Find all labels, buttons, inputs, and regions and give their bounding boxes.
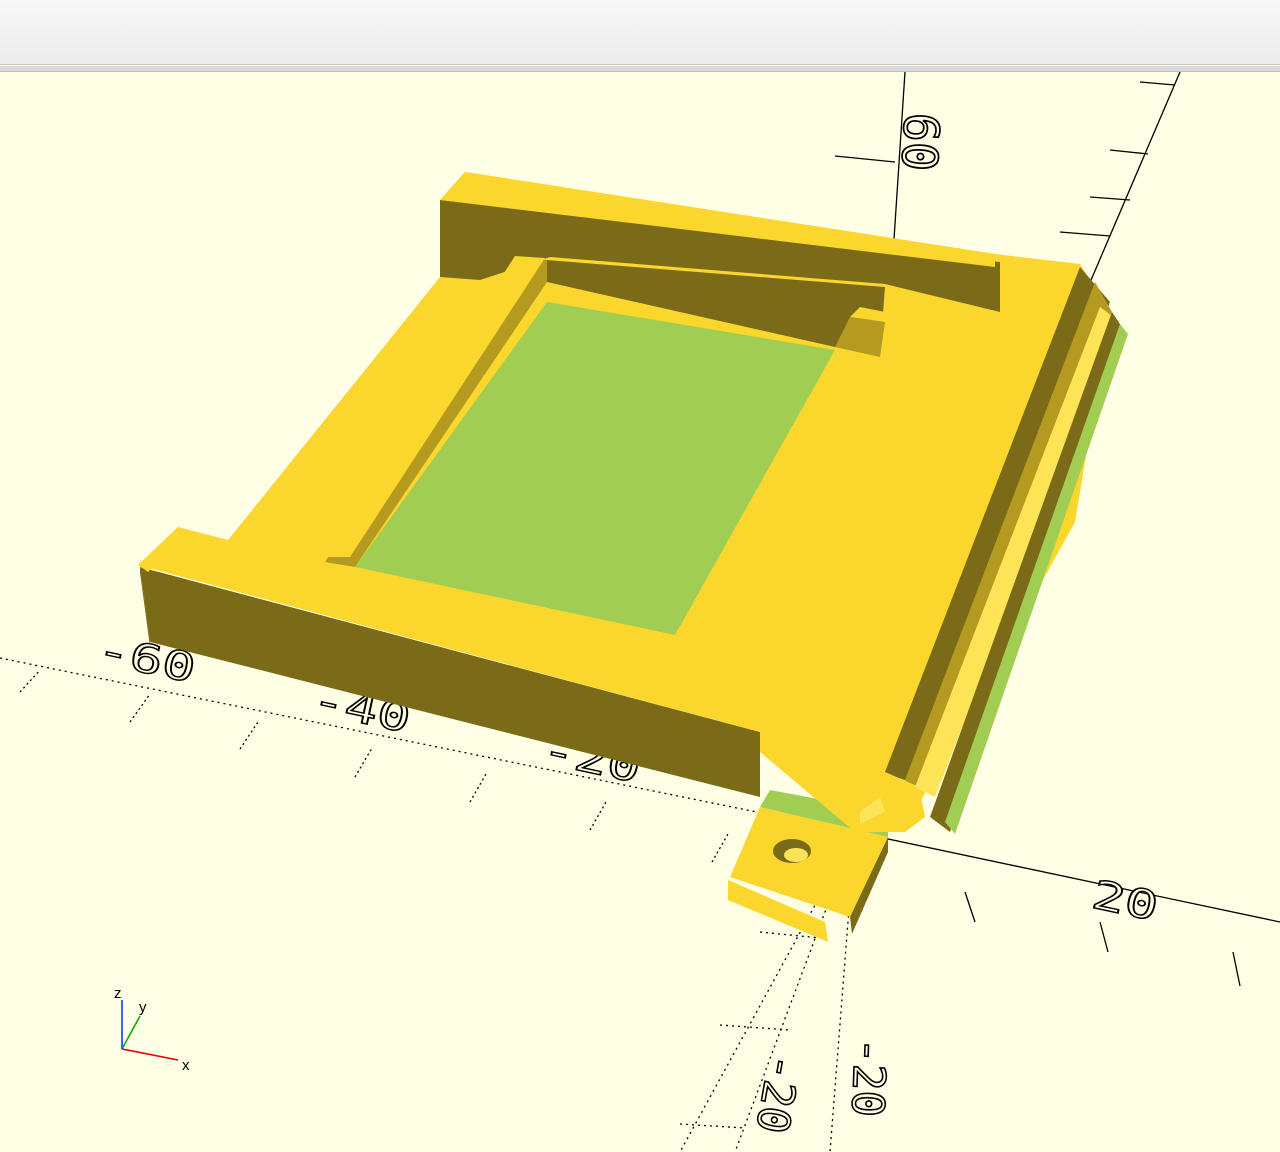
render-viewport[interactable]: -60 -40 -20 20 60 40 20 -20 -20 [0,72,1280,1152]
tick [834,155,896,163]
gizmo-y-label: y [139,999,147,1016]
tick [589,801,607,831]
x-label-pos-20: 20 [1088,872,1162,930]
tab-hole-inner [784,848,808,862]
y-label-60: 60 [890,111,949,172]
gizmo-z-label: z [114,985,122,1002]
tick [1109,149,1149,155]
tick [354,747,373,778]
tick [711,833,729,863]
tick [1099,921,1109,953]
toolbar [0,0,1280,65]
tick [239,721,259,750]
tick [964,891,976,923]
gizmo-x-label: x [182,1057,190,1074]
tick [129,693,151,723]
tick [469,773,487,803]
scene-canvas[interactable]: -60 -40 -20 20 60 40 20 -20 -20 [0,72,1280,1152]
axes-gizmo-icon: x y z [114,985,190,1074]
tick [1139,81,1176,86]
tick [719,1024,791,1031]
z-label-neg-20: -20 [745,1050,809,1137]
z-label-neg-20-right: -20 [841,1037,895,1118]
tick [679,1123,746,1129]
tick [1059,231,1111,237]
gizmo-y-line [121,1015,141,1050]
x-axis-positive [854,831,1280,923]
tick [19,669,41,693]
gizmo-x-line [121,1048,179,1061]
tick [1089,196,1131,201]
tick [1232,951,1241,987]
